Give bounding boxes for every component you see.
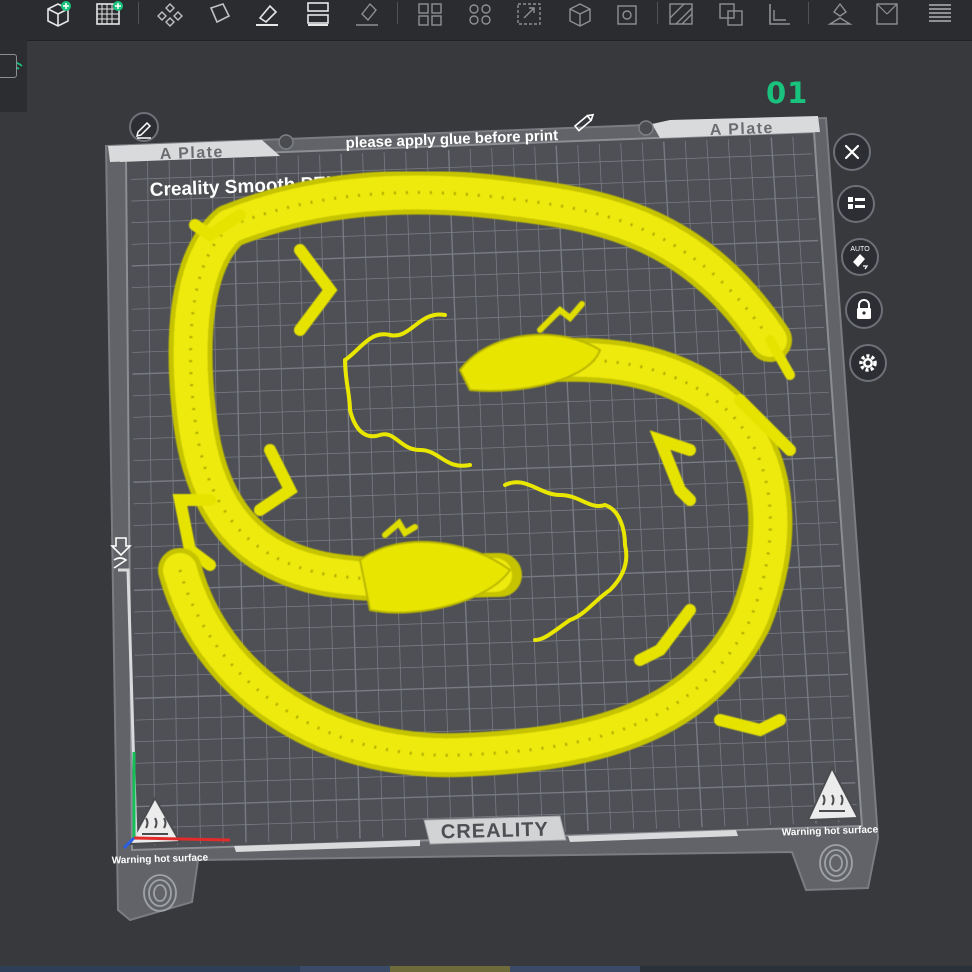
edit-plate-button[interactable] [129,112,159,142]
build-plate-scene[interactable]: A Plate A Plate please apply glue before… [0,0,972,972]
brand-logo-text: CREALITY [441,819,550,844]
object-list-button[interactable] [837,185,875,223]
plate-name-left: A Plate [159,144,224,163]
auto-orient-button[interactable]: AUTO [841,238,879,276]
object-list-icon [848,197,865,209]
plate-settings-button[interactable] [849,344,887,382]
auto-orient-icon: AUTO [850,246,870,270]
settings-icon [859,354,877,372]
close-plate-button[interactable] [833,133,871,171]
svg-text:AUTO: AUTO [850,246,870,253]
plate-name-right: A Plate [709,120,774,139]
pencil-icon [135,121,152,139]
close-icon [844,144,860,160]
taskbar-strip [0,966,972,972]
lock-icon [857,299,871,319]
lock-plate-button[interactable] [845,291,883,329]
